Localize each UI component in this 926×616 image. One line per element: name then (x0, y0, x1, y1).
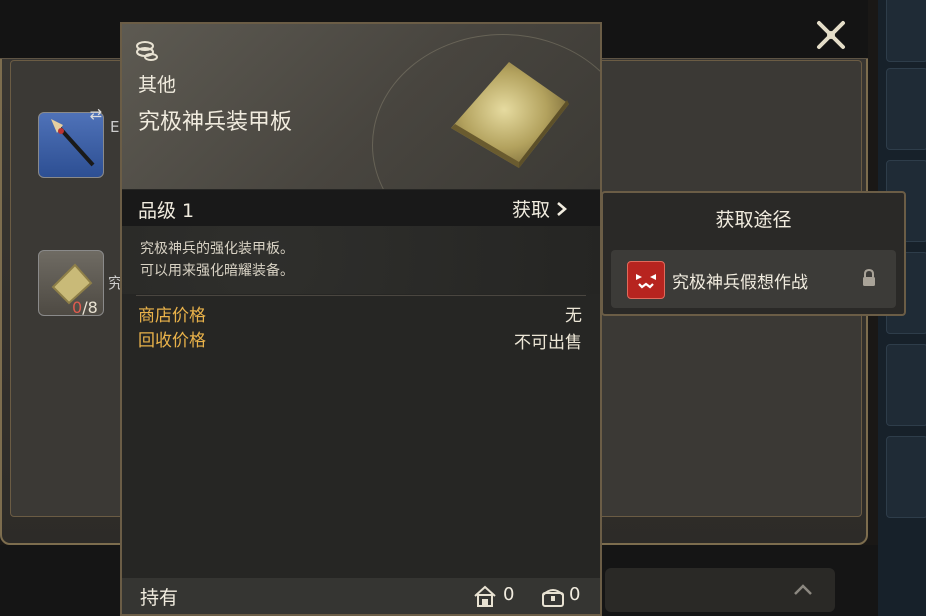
popup-title: 获取途径 (715, 209, 792, 231)
duty-roulette-icon (627, 261, 665, 299)
close-button[interactable] (808, 12, 854, 58)
house-count: 0 (503, 584, 515, 605)
chevron-up-icon (794, 584, 812, 595)
acquire-link[interactable]: 获取 (512, 195, 568, 222)
close-icon (817, 21, 845, 49)
lock-icon (863, 269, 875, 286)
chest-icon (542, 589, 564, 607)
description-line: 可以用来强化暗耀装备。 (140, 263, 294, 279)
house-icon (474, 585, 496, 607)
armor-plate-image (451, 62, 569, 168)
holdings-label: 持有 (140, 587, 179, 609)
chest-count: 0 (569, 584, 581, 605)
side-slot[interactable] (886, 344, 926, 426)
item-grade: 品级 1 (138, 200, 195, 222)
item-name: 究极神兵装甲板 (138, 110, 293, 135)
side-slot[interactable] (886, 436, 926, 518)
sell-price-value: 不可出售 (514, 333, 582, 353)
scroll-up-button[interactable] (605, 568, 835, 612)
list-item-name: E (110, 118, 120, 136)
description-line: 究极神兵的强化装甲板。 (140, 241, 294, 257)
side-slot[interactable] (886, 68, 926, 150)
acquire-source-label: 究极神兵假想作战 (672, 273, 808, 293)
shop-price-value: 无 (565, 306, 582, 326)
swap-icon[interactable]: ⇄ (86, 104, 106, 124)
item-category: 其他 (138, 74, 177, 96)
coins-icon (136, 41, 158, 61)
material-count: 0/8 (72, 298, 98, 317)
sell-price-label: 回收价格 (138, 331, 206, 351)
side-slot[interactable] (886, 0, 926, 62)
chevron-right-icon (557, 201, 568, 216)
holdings-footer (122, 578, 600, 614)
shop-price-label: 商店价格 (138, 306, 206, 326)
acquire-label: 获取 (512, 199, 551, 221)
divider (136, 295, 586, 296)
